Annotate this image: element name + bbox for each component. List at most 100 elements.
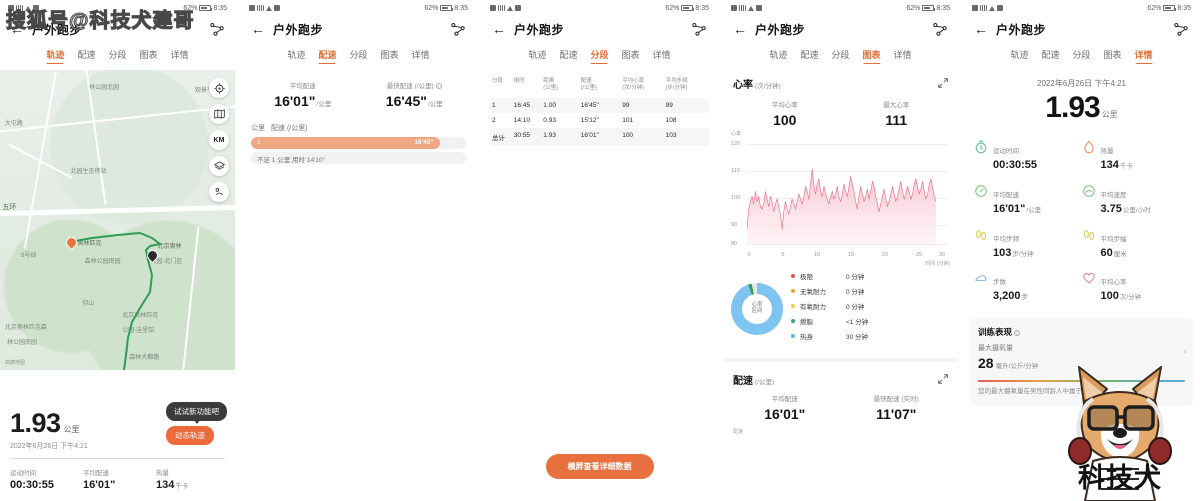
tab-pace[interactable]: 配速 — [318, 48, 336, 64]
pace-row-index: 1 — [257, 139, 261, 146]
metric-unit: /公里 — [316, 101, 332, 108]
share-route-icon[interactable] — [1173, 22, 1189, 36]
status-right-icons: 62% 8:35 — [906, 5, 950, 12]
tab-detail[interactable]: 详情 — [1135, 48, 1153, 64]
heartrate-zones: 心率 区间 极限 0 分钟 无氧耐力 0 分钟 有氧耐力 0 分钟 燃脂 <1 … — [723, 257, 958, 354]
signal-icon — [980, 5, 987, 11]
map-view[interactable]: 林公园北园 观景平台 北园生态停站 五环 8号线 奥林匹克 森林公园南园 北京奥… — [0, 70, 235, 370]
tab-detail[interactable]: 详情 — [171, 48, 189, 64]
layers-stack-icon[interactable] — [209, 156, 229, 176]
tab-pace[interactable]: 配速 — [559, 48, 577, 64]
share-route-icon[interactable] — [932, 22, 948, 36]
dynamic-track-button[interactable]: 动态轨迹 — [166, 426, 214, 445]
share-route-icon[interactable] — [209, 22, 225, 36]
status-right-icons: 62% 8:35 — [424, 5, 468, 12]
back-arrow-icon[interactable]: ← — [492, 22, 506, 36]
status-bar: 62% 8:35 — [964, 0, 1199, 16]
metric-text: 步数 3,200步 — [993, 270, 1028, 304]
battery-icon — [1163, 5, 1177, 11]
landscape-detail-button[interactable]: 横屏查看详细数据 — [545, 454, 654, 479]
tab-detail[interactable]: 详情 — [653, 48, 671, 64]
tab-pace[interactable]: 配速 — [800, 48, 818, 64]
zone-value: 0 分钟 — [846, 274, 865, 281]
tab-chart[interactable]: 图表 — [622, 48, 640, 64]
tab-segment[interactable]: 分段 — [590, 48, 608, 64]
tab-track[interactable]: 轨迹 — [528, 48, 546, 64]
metric-unit: 千卡 — [1119, 163, 1133, 170]
metric-label: 最大心率 — [883, 102, 910, 109]
signal-icon — [739, 5, 746, 11]
clock-time: 8:35 — [454, 4, 468, 12]
metric-label: 步数 — [993, 279, 1006, 287]
metric-avg-pace: 平均配速 16'01"/公里 — [247, 80, 359, 109]
nav-left: ← 户外跑步 — [733, 21, 805, 38]
tab-chart[interactable]: 图表 — [381, 48, 399, 64]
tab-track[interactable]: 轨迹 — [1010, 48, 1028, 64]
map-layers-icon[interactable] — [209, 104, 229, 124]
expand-chart-icon[interactable] — [938, 77, 948, 90]
route-points-icon[interactable] — [209, 182, 229, 202]
pace-section-metrics: 平均配速 16'01" 最快配速 (实时) 11'07" — [723, 387, 958, 422]
nav-left: ← 户外跑步 — [251, 21, 323, 38]
metric-label: 平均心率 — [771, 102, 798, 109]
chevron-right-icon[interactable]: › — [1183, 346, 1186, 356]
back-arrow-icon[interactable]: ← — [251, 22, 265, 36]
tab-detail[interactable]: 详情 — [412, 48, 430, 64]
tab-segment[interactable]: 分段 — [1072, 48, 1090, 64]
col-header-l1: 平均步频 — [665, 78, 688, 84]
share-route-icon[interactable] — [691, 22, 707, 36]
section-title: 配速 (/公里) — [733, 372, 774, 387]
tab-track[interactable]: 轨迹 — [287, 48, 305, 64]
km-toggle-button[interactable]: KM — [209, 130, 229, 150]
screenshot-stage: 62% 8:35 ← 户外跑步 轨迹 配速 分段 图表 详情 林公园北园 观景平… — [0, 0, 1200, 501]
heartrate-metrics: 平均心率 100 最大心率 111 — [723, 91, 958, 128]
cell-time: 14:10 — [513, 116, 530, 124]
tab-pace[interactable]: 配速 — [77, 48, 95, 64]
tab-chart[interactable]: 图表 — [1104, 48, 1122, 64]
metric-value: 3,200步 — [993, 290, 1028, 304]
expand-chart-icon[interactable] — [938, 373, 948, 386]
back-arrow-icon[interactable]: ← — [974, 22, 988, 36]
metric-value: 11'07" — [876, 406, 917, 422]
tab-segment[interactable]: 分段 — [108, 48, 126, 64]
page-title: 户外跑步 — [996, 22, 1047, 37]
y-tick: 120 — [731, 141, 741, 147]
cell-pace: 16'45" — [580, 101, 599, 109]
stat-value: 16'01" — [83, 479, 152, 491]
share-route-icon[interactable] — [450, 22, 466, 36]
bluetooth-icon — [515, 5, 521, 11]
metric-steps: 步数 3,200步 — [974, 270, 1082, 304]
stat-value: 134千卡 — [156, 479, 225, 491]
metric-text: 平均心率 100次/分钟 — [1101, 270, 1142, 304]
tab-chart[interactable]: 图表 — [863, 48, 881, 64]
signal-icon — [498, 5, 505, 11]
tab-track[interactable]: 轨迹 — [46, 48, 64, 64]
divider — [10, 458, 225, 459]
stat-value: 00:30:55 — [10, 479, 79, 491]
stat-avg-pace: 平均配速 16'01" — [79, 467, 152, 491]
metric-value: 16'01"/公里 — [247, 93, 359, 109]
pace-note-row: 不足 1 公里 用时 14'10" — [251, 152, 466, 164]
zone-name: 热身 — [800, 334, 813, 341]
info-icon[interactable]: i — [435, 83, 442, 90]
tab-segment[interactable]: 分段 — [349, 48, 367, 64]
battery-icon — [922, 5, 936, 11]
metric-label: 最快配速 (/公里) i — [359, 80, 471, 90]
locate-icon[interactable] — [209, 78, 229, 98]
x-tick: 20 — [881, 252, 889, 258]
zone-row: 有氧耐力 0 分钟 — [791, 301, 950, 311]
tab-track[interactable]: 轨迹 — [769, 48, 787, 64]
panel-chart: 62% 8:35 ← 户外跑步 轨迹 配速 分段 图表 详情 心率(次/分钟) — [723, 0, 958, 501]
tab-chart[interactable]: 图表 — [140, 48, 158, 64]
info-icon[interactable]: i — [1014, 329, 1021, 336]
tab-pace[interactable]: 配速 — [1041, 48, 1059, 64]
back-arrow-icon[interactable]: ← — [10, 22, 24, 36]
flame-icon — [1082, 140, 1096, 154]
tab-detail[interactable]: 详情 — [894, 48, 912, 64]
back-arrow-icon[interactable]: ← — [733, 22, 747, 36]
metric-unit: 次/分钟 — [1119, 294, 1142, 302]
pace-table-header: 公里 配速 (/公里) — [241, 115, 476, 137]
training-performance-card[interactable]: 训练表现 i 最大摄氧量 28 毫升/公斤/分钟 您的最大摄氧量在男性同龄人中属于 … — [970, 318, 1193, 407]
tab-segment[interactable]: 分段 — [831, 48, 849, 64]
zone-row: 热身 30 分钟 — [791, 331, 950, 341]
